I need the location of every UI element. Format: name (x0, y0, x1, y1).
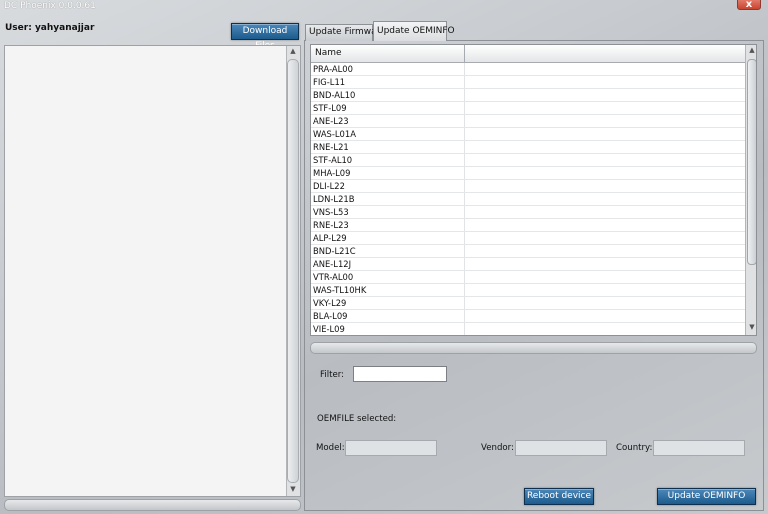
vendor-field (515, 440, 607, 456)
table-cell-name: RNE-L21 (311, 141, 465, 153)
model-label: Model: (316, 443, 345, 453)
download-files-button[interactable]: Download Files (231, 23, 299, 51)
table-row[interactable]: ANE-L23 (311, 115, 745, 128)
table-cell-name: RNE-L23 (311, 219, 465, 231)
table-row[interactable]: FIG-L11 (311, 76, 745, 89)
model-field (345, 440, 437, 456)
table-header: Name (311, 45, 745, 63)
table-row[interactable]: BND-AL10 (311, 89, 745, 102)
table-row[interactable]: RNE-L23 (311, 219, 745, 232)
table-cell-name: STF-L09 (311, 102, 465, 114)
table-cell-name: ALP-L29 (311, 232, 465, 244)
table-cell-name: BND-AL10 (311, 89, 465, 101)
log-scroll-thumb[interactable] (287, 59, 299, 483)
filter-label: Filter: (320, 370, 345, 380)
scroll-down-icon[interactable]: ▼ (746, 323, 756, 331)
country-label: Country: (616, 443, 653, 453)
table-row[interactable]: STF-L09 (311, 102, 745, 115)
table-row[interactable]: RNE-L21 (311, 141, 745, 154)
table-row[interactable]: LDN-L21B (311, 193, 745, 206)
country-field (653, 440, 745, 456)
user-label: User: yahyanajjar (5, 23, 95, 33)
log-panel[interactable] (4, 45, 301, 497)
filter-input[interactable] (353, 366, 447, 382)
table-row[interactable]: ALP-L29 (311, 232, 745, 245)
table-body: PRA-AL00 FIG-L11 BND-AL10 STF-L09 ANE-L23 WAS… (311, 63, 745, 335)
update-oeminfo-button[interactable]: Update OEMINFO (657, 488, 756, 505)
table-row[interactable]: BLA-L09 (311, 310, 745, 323)
table-row[interactable]: DLI-L22 (311, 180, 745, 193)
table-row[interactable]: VNS-L53 (311, 206, 745, 219)
table-cell-name: STF-AL10 (311, 154, 465, 166)
table-cell-name: LDN-L21B (311, 193, 465, 205)
scroll-down-icon[interactable]: ▼ (287, 485, 299, 493)
scroll-up-icon[interactable]: ▲ (287, 47, 299, 55)
tab-update-firmware[interactable]: Update Firmware (305, 24, 386, 41)
table-scroll-thumb[interactable] (747, 59, 756, 265)
table-cell-name: FIG-L11 (311, 76, 465, 88)
table-cell-name: DLI-L22 (311, 180, 465, 192)
table-cell-name: ANE-L12J (311, 258, 465, 270)
table-cell-name: VIE-L09 (311, 323, 465, 335)
table-cell-name: ANE-L23 (311, 115, 465, 127)
oemfile-selected-label: OEMFILE selected: (317, 414, 397, 424)
window-title: DC Phoenix 0.0.0.61 (4, 1, 96, 11)
log-horizontal-scrollbar[interactable] (4, 499, 301, 511)
table-row[interactable]: VKY-L29 (311, 297, 745, 310)
table-row[interactable]: MHA-L09 (311, 167, 745, 180)
close-button[interactable]: x (737, 0, 761, 10)
table-cell-name: PRA-AL00 (311, 63, 465, 75)
table-cell-name: BLA-L09 (311, 310, 465, 322)
column-header-name[interactable]: Name (311, 45, 465, 62)
table-row[interactable]: WAS-L01A (311, 128, 745, 141)
table-row[interactable]: VIE-L09 (311, 323, 745, 335)
table-cell-name: BND-L21C (311, 245, 465, 257)
reboot-device-button[interactable]: Reboot device (524, 488, 594, 505)
table-row[interactable]: STF-AL10 (311, 154, 745, 167)
tab-update-oeminfo[interactable]: Update OEMINFO (373, 21, 455, 41)
table-row[interactable]: ANE-L12J (311, 258, 745, 271)
table-row[interactable]: WAS-TL10HK (311, 284, 745, 297)
table-cell-name: WAS-TL10HK (311, 284, 465, 296)
table-row[interactable]: VTR-AL00 (311, 271, 745, 284)
scroll-up-icon[interactable]: ▲ (746, 46, 756, 54)
table-cell-name: VTR-AL00 (311, 271, 465, 283)
table-cell-name: VKY-L29 (311, 297, 465, 309)
table-cell-name: MHA-L09 (311, 167, 465, 179)
table-row[interactable]: BND-L21C (311, 245, 745, 258)
title-bar (0, 0, 768, 14)
vendor-label: Vendor: (481, 443, 514, 453)
table-horizontal-scrollbar[interactable] (310, 342, 757, 354)
table-row[interactable]: PRA-AL00 (311, 63, 745, 76)
table-cell-name: WAS-L01A (311, 128, 465, 140)
table-cell-name: VNS-L53 (311, 206, 465, 218)
oem-model-table[interactable]: Name PRA-AL00 FIG-L11 BND-AL10 STF-L09 ANE-L… (310, 44, 757, 336)
table-vertical-scrollbar[interactable]: ▲ ▼ (745, 45, 756, 335)
